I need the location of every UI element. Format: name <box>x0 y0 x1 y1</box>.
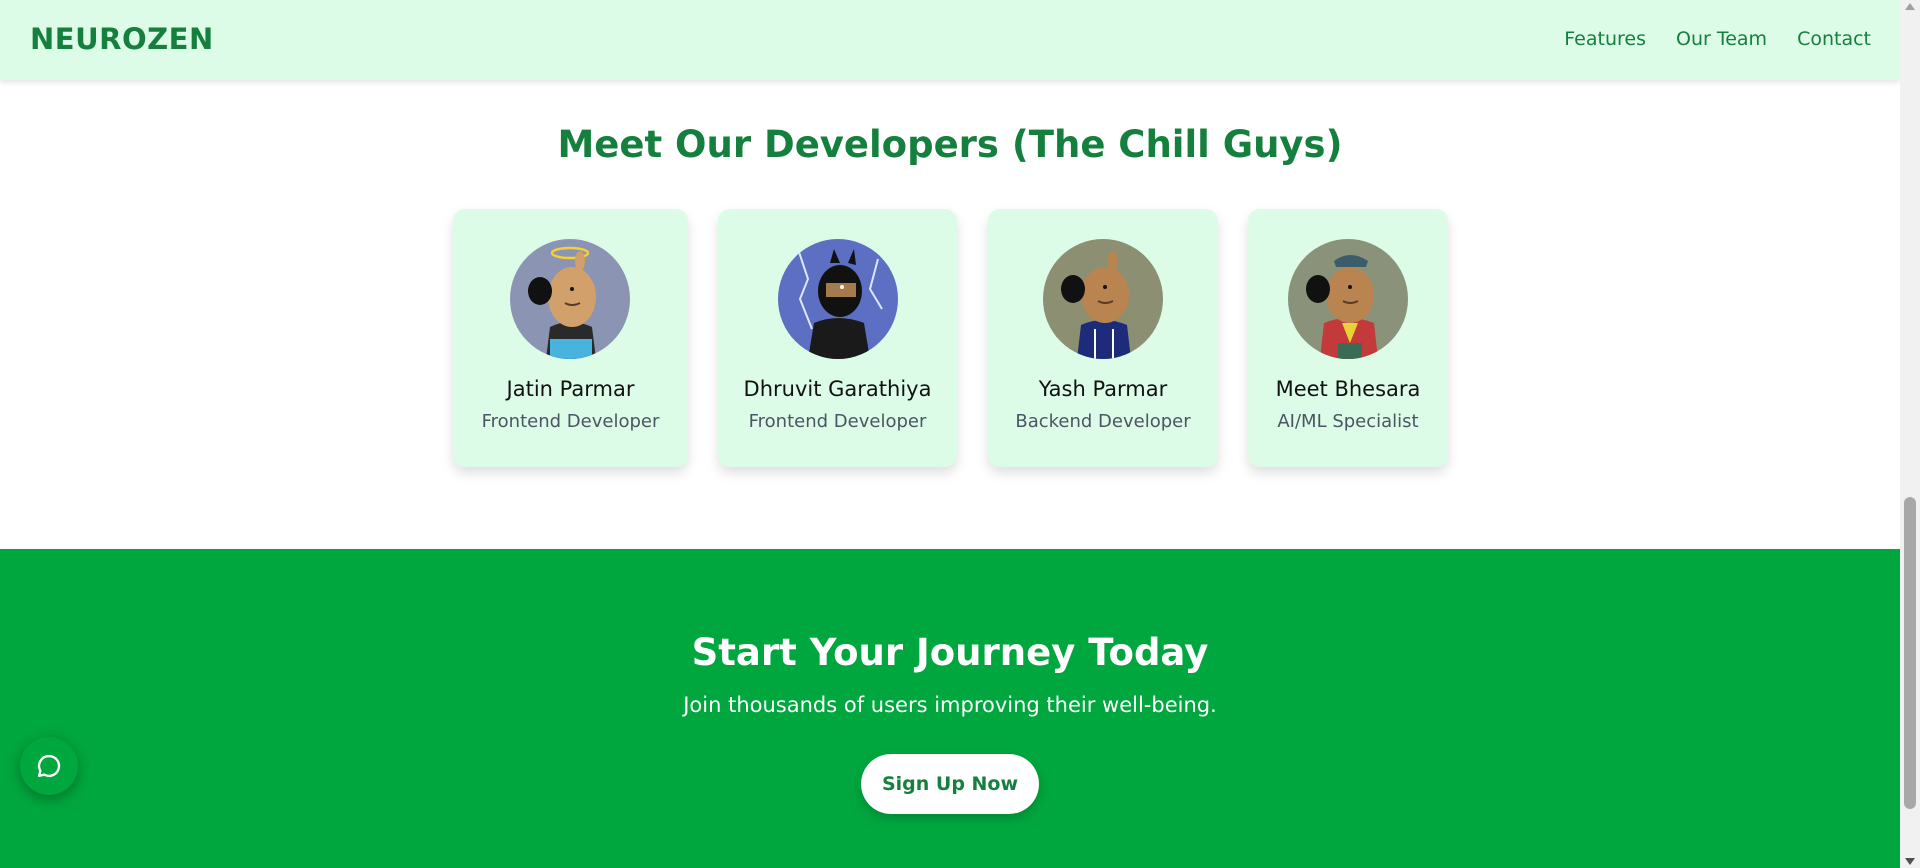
brand-logo[interactable]: NEUROZEN <box>30 22 214 56</box>
cta-title: Start Your Journey Today <box>691 631 1209 674</box>
team-section: Meet Our Developers (The Chill Guys) Jat… <box>0 80 1900 549</box>
team-card: Meet Bhesara AI/ML Specialist <box>1248 209 1448 467</box>
member-role: Backend Developer <box>1015 411 1191 432</box>
avatar <box>778 239 898 359</box>
member-role: AI/ML Specialist <box>1277 411 1419 432</box>
nav-links: Features Our Team Contact <box>1564 28 1871 50</box>
scrollbar-thumb[interactable] <box>1904 497 1916 809</box>
chat-bubble-icon <box>37 754 61 778</box>
team-card: Jatin Parmar Frontend Developer <box>453 209 688 467</box>
member-name: Dhruvit Garathiya <box>743 377 932 401</box>
avatar <box>1288 239 1408 359</box>
team-card: Yash Parmar Backend Developer <box>988 209 1218 467</box>
member-name: Jatin Parmar <box>506 377 635 401</box>
triangle-down-icon[interactable] <box>1900 854 1920 868</box>
navbar: NEUROZEN Features Our Team Contact <box>0 0 1900 80</box>
sign-up-button[interactable]: Sign Up Now <box>861 754 1039 814</box>
nav-link-contact[interactable]: Contact <box>1797 28 1871 50</box>
nav-link-features[interactable]: Features <box>1564 28 1646 50</box>
nav-link-our-team[interactable]: Our Team <box>1676 28 1767 50</box>
member-name: Meet Bhesara <box>1275 377 1421 401</box>
member-role: Frontend Developer <box>748 411 927 432</box>
cta-section: Start Your Journey Today Join thousands … <box>0 549 1900 868</box>
scrollbar[interactable] <box>1900 0 1920 868</box>
team-title: Meet Our Developers (The Chill Guys) <box>557 123 1343 166</box>
member-role: Frontend Developer <box>481 411 660 432</box>
chat-button[interactable] <box>20 737 78 795</box>
member-name: Yash Parmar <box>1038 377 1168 401</box>
cta-subtitle: Join thousands of users improving their … <box>683 693 1217 717</box>
avatar <box>510 239 630 359</box>
triangle-up-icon[interactable] <box>1900 0 1920 14</box>
team-card: Dhruvit Garathiya Frontend Developer <box>718 209 957 467</box>
avatar <box>1043 239 1163 359</box>
